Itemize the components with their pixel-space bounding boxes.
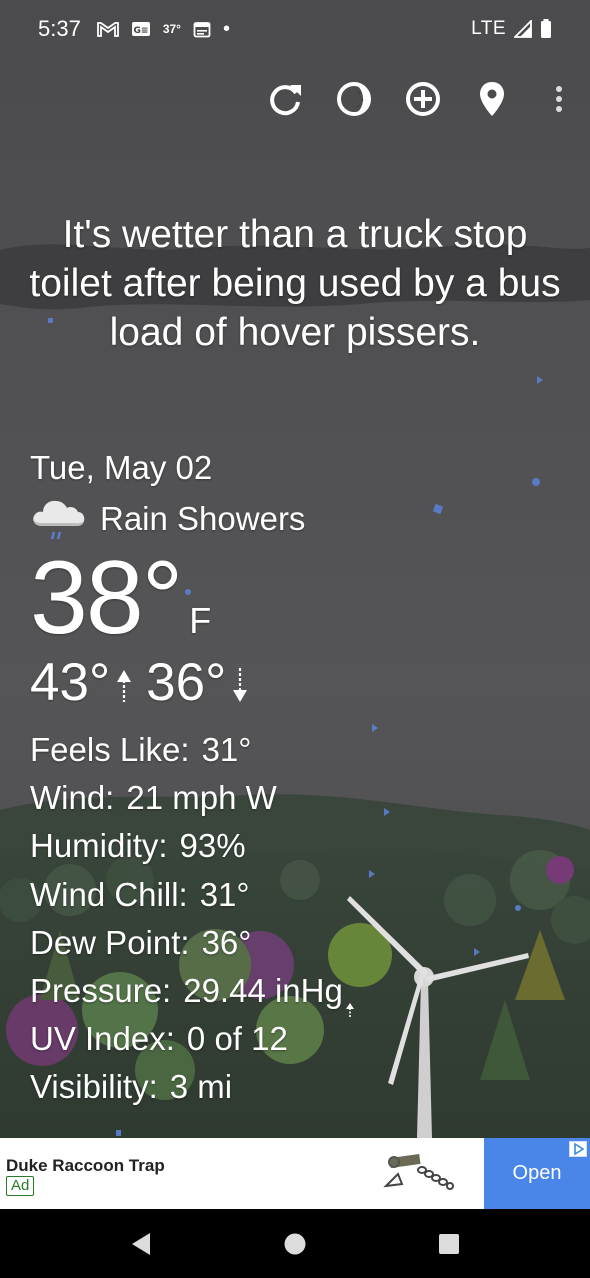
gmail-icon	[96, 21, 119, 37]
temperature-unit: F	[189, 600, 212, 641]
signal-icon	[514, 20, 532, 38]
weather-quote: It's wetter than a truck stop toilet aft…	[29, 213, 561, 354]
detail-value: 29.44 inHg	[183, 972, 343, 1010]
high-temp: 43°	[30, 653, 111, 712]
detail-value: 31°	[199, 875, 250, 913]
news-icon: G≡	[131, 21, 151, 37]
detail-pressure: Pressure: 29.44 inHg	[30, 967, 450, 1019]
weather-details: Feels Like: 31° Wind: 21 mph W Humidity: 93…	[30, 726, 450, 1112]
weather-panel: Tue, May 02 Rain Showers 38 ° F 43° 36° F…	[30, 446, 450, 1112]
detail-label: Humidity:	[30, 827, 168, 865]
battery-icon	[540, 19, 552, 39]
detail-label: Pressure:	[30, 972, 172, 1010]
ad-choices-icon[interactable]	[569, 1141, 587, 1157]
status-bar: 5:37 G≡ 37° • LTE	[0, 0, 590, 58]
forecast-date: Tue, May 02	[30, 449, 213, 486]
condition-row: Rain Showers	[30, 494, 450, 544]
condition-text: Rain Showers	[100, 500, 306, 537]
detail-value: 93%	[179, 827, 246, 865]
detail-label: Feels Like:	[30, 731, 190, 768]
action-toolbar	[236, 78, 568, 120]
ad-product-image[interactable]	[380, 1150, 454, 1198]
current-temperature: 38 ° F	[30, 544, 450, 652]
temperature-degree: °	[141, 540, 184, 656]
system-nav-bar	[0, 1209, 590, 1278]
detail-feels-like: Feels Like: 31°	[30, 726, 450, 774]
detail-humidity: Humidity: 93%	[30, 822, 450, 870]
refresh-icon[interactable]	[265, 79, 305, 119]
back-icon[interactable]	[111, 1214, 171, 1274]
detail-wind-chill: Wind Chill: 31°	[30, 871, 450, 919]
recents-icon[interactable]	[419, 1214, 479, 1274]
detail-label: UV Index:	[30, 1020, 175, 1058]
low-temp: 36°	[146, 653, 227, 712]
status-time: 5:37	[38, 16, 81, 41]
calendar-icon	[193, 20, 211, 38]
arrow-down-icon	[230, 664, 254, 706]
dot-icon: •	[222, 17, 230, 40]
detail-value: 21 mph W	[126, 779, 277, 817]
ad-banner[interactable]: Duke Raccoon Trap Ad Open	[0, 1138, 590, 1209]
detail-label: Wind:	[30, 779, 115, 817]
detail-value: 36°	[201, 923, 252, 961]
svg-text:G≡: G≡	[133, 26, 148, 36]
status-temp: 37°	[162, 22, 181, 36]
detail-value: 3 mi	[169, 1068, 233, 1106]
detail-label: Wind Chill:	[30, 875, 188, 913]
add-location-icon[interactable]	[403, 79, 443, 119]
detail-wind: Wind: 21 mph W	[30, 774, 450, 822]
theme-icon[interactable]	[334, 79, 374, 119]
home-icon[interactable]	[265, 1214, 325, 1274]
ad-title[interactable]: Duke Raccoon Trap	[6, 1156, 165, 1176]
detail-label: Dew Point:	[30, 923, 190, 961]
ad-badge: Ad	[6, 1176, 35, 1196]
detail-dew-point: Dew Point: 36°	[30, 919, 450, 967]
temperature-value: 38	[30, 540, 144, 656]
detail-value: 31°	[201, 731, 252, 768]
high-low-row: 43° 36°	[30, 652, 450, 714]
network-type: LTE	[471, 18, 506, 39]
detail-label: Visibility:	[30, 1068, 158, 1106]
detail-visibility: Visibility: 3 mi	[30, 1063, 450, 1111]
rain-cloud-icon	[30, 494, 86, 544]
arrow-up-icon	[114, 664, 138, 706]
detail-value: 0 of 12	[186, 1020, 288, 1058]
location-pin-icon[interactable]	[472, 79, 512, 119]
detail-uv-index: UV Index: 0 of 12	[30, 1015, 450, 1063]
more-vert-icon[interactable]	[550, 79, 568, 119]
pressure-rising-icon	[345, 984, 355, 1019]
